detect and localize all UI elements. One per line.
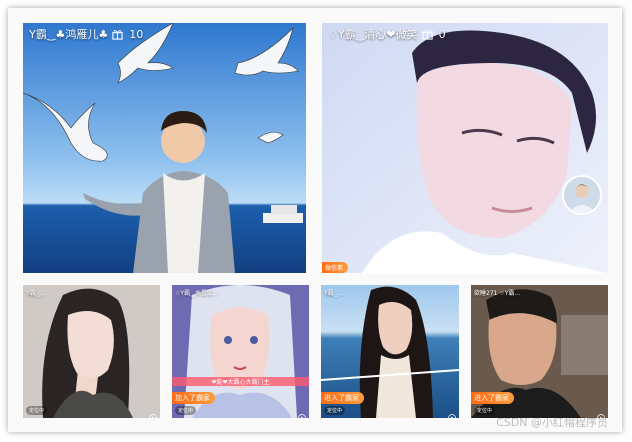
gift-icon <box>422 29 433 40</box>
location-tag: 定位中 <box>175 406 197 415</box>
play-icon[interactable] <box>448 407 456 418</box>
live-tile-6[interactable]: 欲睡271 ♢Y霸... 进入了霸家 定位中 <box>471 285 608 418</box>
stream-info-bar: Y霸‿... <box>23 285 160 299</box>
live-cover-image <box>322 23 608 273</box>
join-tag: 进入了霸家 <box>471 392 514 404</box>
live-tile-3[interactable]: Y霸‿... 定位中 <box>23 285 160 418</box>
location-tag: 定位中 <box>26 406 48 415</box>
stream-info-bar: ♢Y霸‿清心❤微笑 0 <box>322 23 608 45</box>
live-tile-5[interactable]: Y霸‿... 进入了霸家 定位中 <box>321 285 459 418</box>
play-icon[interactable] <box>149 407 157 418</box>
location-tag: 定位中 <box>324 406 346 415</box>
screenshot-frame: Y霸‿♣鸿雁儿♣ 10 ♢Y霸‿清心❤微笑 0 微信素 Y霸‿... 定位中 ♢… <box>8 8 622 432</box>
avatar[interactable] <box>562 175 602 215</box>
live-tile-4[interactable]: ♢Y霸‿水雪江... ❤乾❤大霸心大霸门主 加入了霸家 定位中 <box>172 285 309 418</box>
join-tag: 进入了霸家 <box>321 392 364 404</box>
live-cover-image <box>23 285 160 418</box>
play-icon[interactable] <box>298 407 306 418</box>
gift-banner: ❤乾❤大霸心大霸门主 <box>172 377 309 386</box>
streamer-name: ♢Y霸‿水雪江... <box>175 289 219 297</box>
streamer-name: Y霸‿♣鸿雁儿♣ <box>29 28 109 41</box>
stream-info-bar: ♢Y霸‿水雪江... <box>172 285 309 299</box>
stream-info-bar: 欲睡271 ♢Y霸... <box>471 285 608 299</box>
streamer-name: ♢Y霸‿清心❤微笑 <box>328 28 418 41</box>
stream-info-bar: Y霸‿♣鸿雁儿♣ 10 <box>23 23 306 45</box>
watermark: CSDN @小红帽程序员 <box>496 416 608 429</box>
streamer-name: Y霸‿... <box>324 289 345 297</box>
gift-icon <box>112 29 123 40</box>
bottom-tag: 微信素 <box>322 262 349 273</box>
live-cover-image <box>23 23 306 273</box>
stream-info-bar: Y霸‿... <box>321 285 459 299</box>
gift-count: 0 <box>438 27 446 41</box>
gift-count: 10 <box>129 27 144 41</box>
location-tag: 定位中 <box>474 406 496 415</box>
live-tile-2[interactable]: ♢Y霸‿清心❤微笑 0 微信素 <box>322 23 608 273</box>
live-tile-1[interactable]: Y霸‿♣鸿雁儿♣ 10 <box>23 23 306 273</box>
streamer-name: Y霸‿... <box>26 289 47 297</box>
streamer-name: 欲睡271 ♢Y霸... <box>474 289 521 297</box>
join-tag: 加入了霸家 <box>172 392 215 404</box>
